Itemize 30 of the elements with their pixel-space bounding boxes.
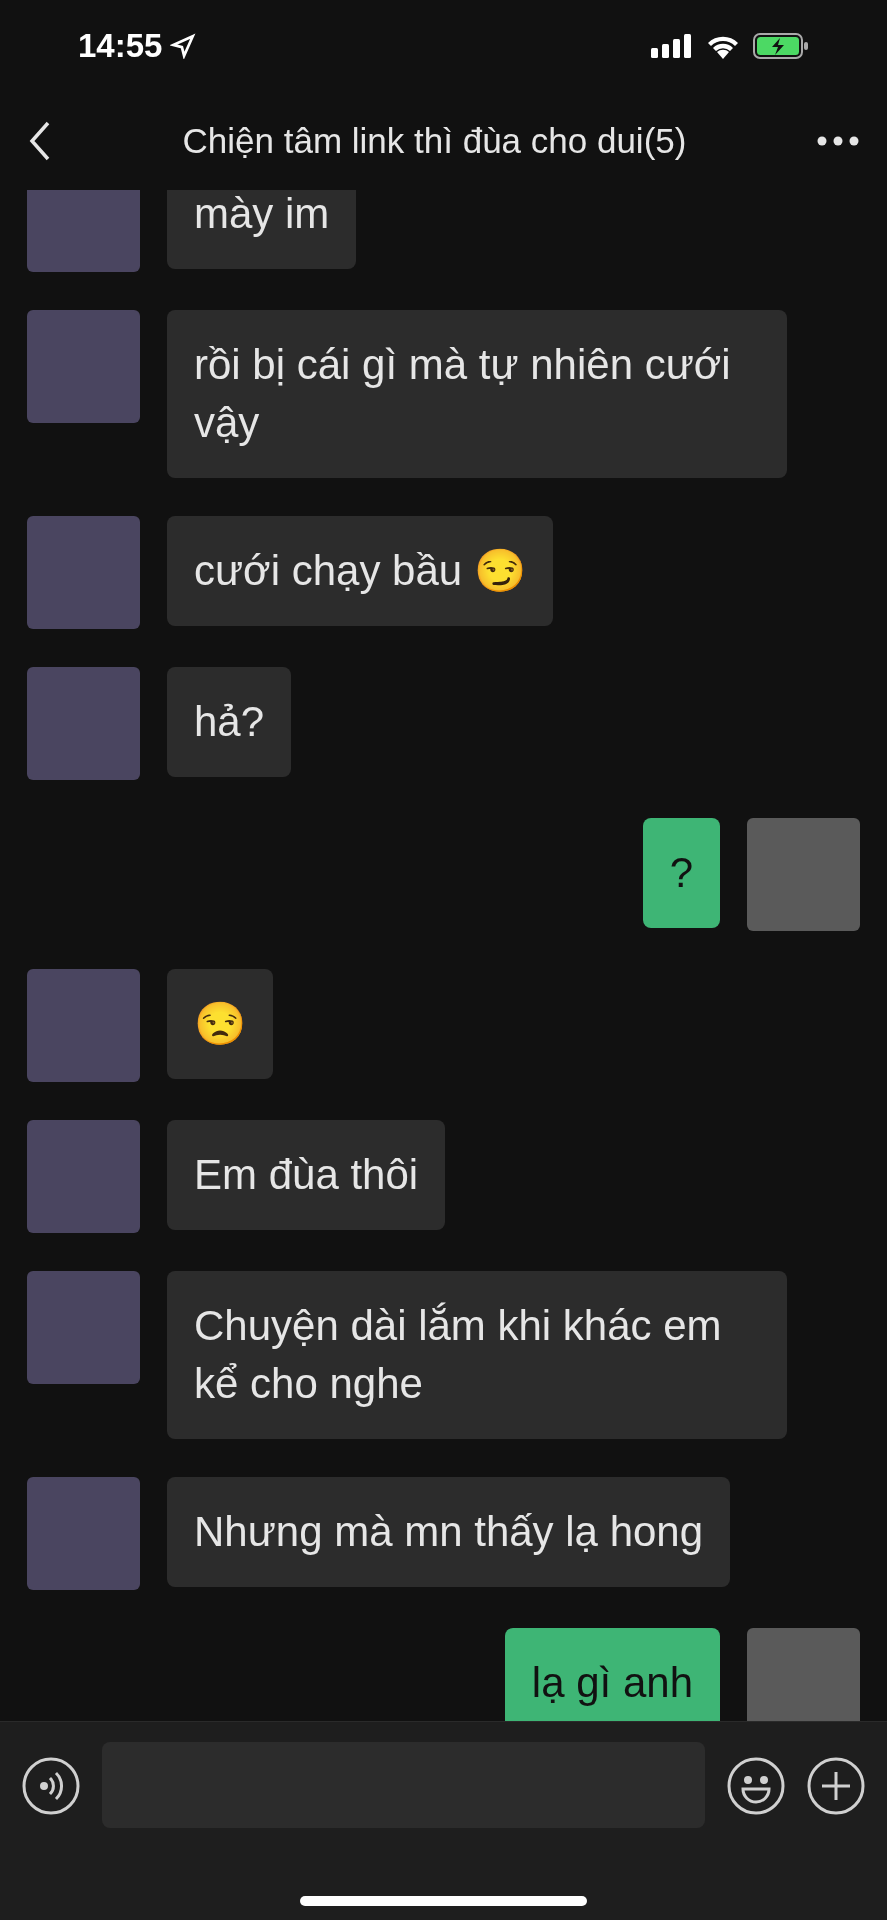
location-arrow-icon	[170, 33, 197, 59]
back-chevron-icon[interactable]	[28, 121, 52, 161]
avatar-photo-placeholder[interactable]	[27, 1477, 140, 1590]
more-icon[interactable]	[817, 136, 859, 146]
plus-icon[interactable]	[807, 1757, 865, 1815]
message-bubble: hả?	[167, 667, 292, 777]
message-bubble: 😒	[167, 969, 273, 1079]
message-bubble: mày im	[167, 190, 357, 269]
message-bubble: rồi bị cái gì mà tự nhiên cưới vậy	[167, 310, 787, 478]
avatar-photo-placeholder[interactable]	[27, 516, 140, 629]
message-bubble: Em đùa thôi	[167, 1120, 446, 1230]
avatar-photo-placeholder[interactable]	[27, 1120, 140, 1233]
emoji-icon[interactable]	[727, 1757, 785, 1815]
battery-charging-icon	[753, 33, 809, 59]
message-bubble: Nhưng mà mn thấy lạ hong	[167, 1477, 731, 1587]
message-bubble: cưới chạy bầu 😏	[167, 516, 553, 626]
avatar-photo-placeholder[interactable]	[747, 1628, 860, 1721]
avatar-photo-placeholder[interactable]	[27, 190, 140, 272]
avatar-photo-placeholder[interactable]	[27, 969, 140, 1082]
message-bubble: lạ gì anh	[504, 1628, 720, 1721]
signal-icon	[651, 34, 693, 58]
voice-icon[interactable]	[22, 1757, 80, 1815]
message-bubble: ?	[642, 818, 720, 928]
avatar-photo-placeholder[interactable]	[27, 310, 140, 423]
message-bubble: Chuyện dài lắm khi khác em kể cho nghe	[167, 1271, 787, 1439]
avatar-photo-placeholder[interactable]	[27, 1271, 140, 1384]
chat-title: Chiện tâm link thì đùa cho dui(5)	[182, 119, 687, 162]
status-time: 14:55	[78, 26, 163, 67]
avatar-photo-placeholder[interactable]	[747, 818, 860, 931]
avatar-photo-placeholder[interactable]	[27, 667, 140, 780]
